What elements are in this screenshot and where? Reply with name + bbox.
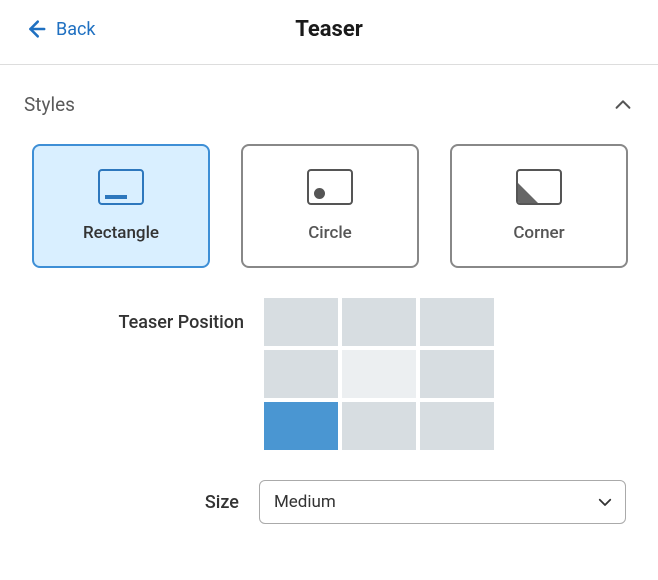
position-cell-top-left[interactable] — [264, 298, 338, 346]
position-cell-middle-right[interactable] — [420, 350, 494, 398]
page-header: Back Teaser — [0, 0, 658, 65]
back-button[interactable]: Back — [24, 18, 96, 40]
style-options: Rectangle Circle Corner — [24, 144, 634, 268]
style-card-label: Circle — [308, 223, 352, 243]
circle-icon — [307, 169, 353, 205]
chevron-up-icon — [612, 94, 634, 116]
styles-section-title: Styles — [24, 93, 75, 116]
style-card-corner[interactable]: Corner — [450, 144, 628, 268]
back-label: Back — [56, 19, 96, 40]
rectangle-icon — [98, 169, 144, 205]
teaser-position-field: Teaser Position — [24, 298, 634, 450]
teaser-position-label: Teaser Position — [32, 298, 264, 333]
position-cell-bottom-left[interactable] — [264, 402, 338, 450]
style-card-label: Rectangle — [83, 223, 159, 243]
size-field: Size Medium — [24, 480, 634, 524]
size-select-value: Medium — [274, 492, 336, 512]
styles-section: Styles Rectangle Circle Corner Teaser Po… — [0, 65, 658, 532]
position-cell-bottom-right[interactable] — [420, 402, 494, 450]
position-cell-middle-left[interactable] — [264, 350, 338, 398]
position-grid — [264, 298, 494, 450]
position-cell-bottom-center[interactable] — [342, 402, 416, 450]
size-select-wrapper: Medium — [259, 480, 626, 524]
position-cell-middle-center[interactable] — [342, 350, 416, 398]
style-card-rectangle[interactable]: Rectangle — [32, 144, 210, 268]
size-label: Size — [32, 492, 259, 513]
page-title: Teaser — [295, 17, 363, 42]
styles-section-header[interactable]: Styles — [24, 93, 634, 116]
position-cell-top-center[interactable] — [342, 298, 416, 346]
style-card-label: Corner — [513, 223, 564, 243]
corner-icon — [516, 169, 562, 205]
arrow-left-icon — [24, 18, 46, 40]
size-select[interactable]: Medium — [259, 480, 626, 524]
style-card-circle[interactable]: Circle — [241, 144, 419, 268]
position-cell-top-right[interactable] — [420, 298, 494, 346]
